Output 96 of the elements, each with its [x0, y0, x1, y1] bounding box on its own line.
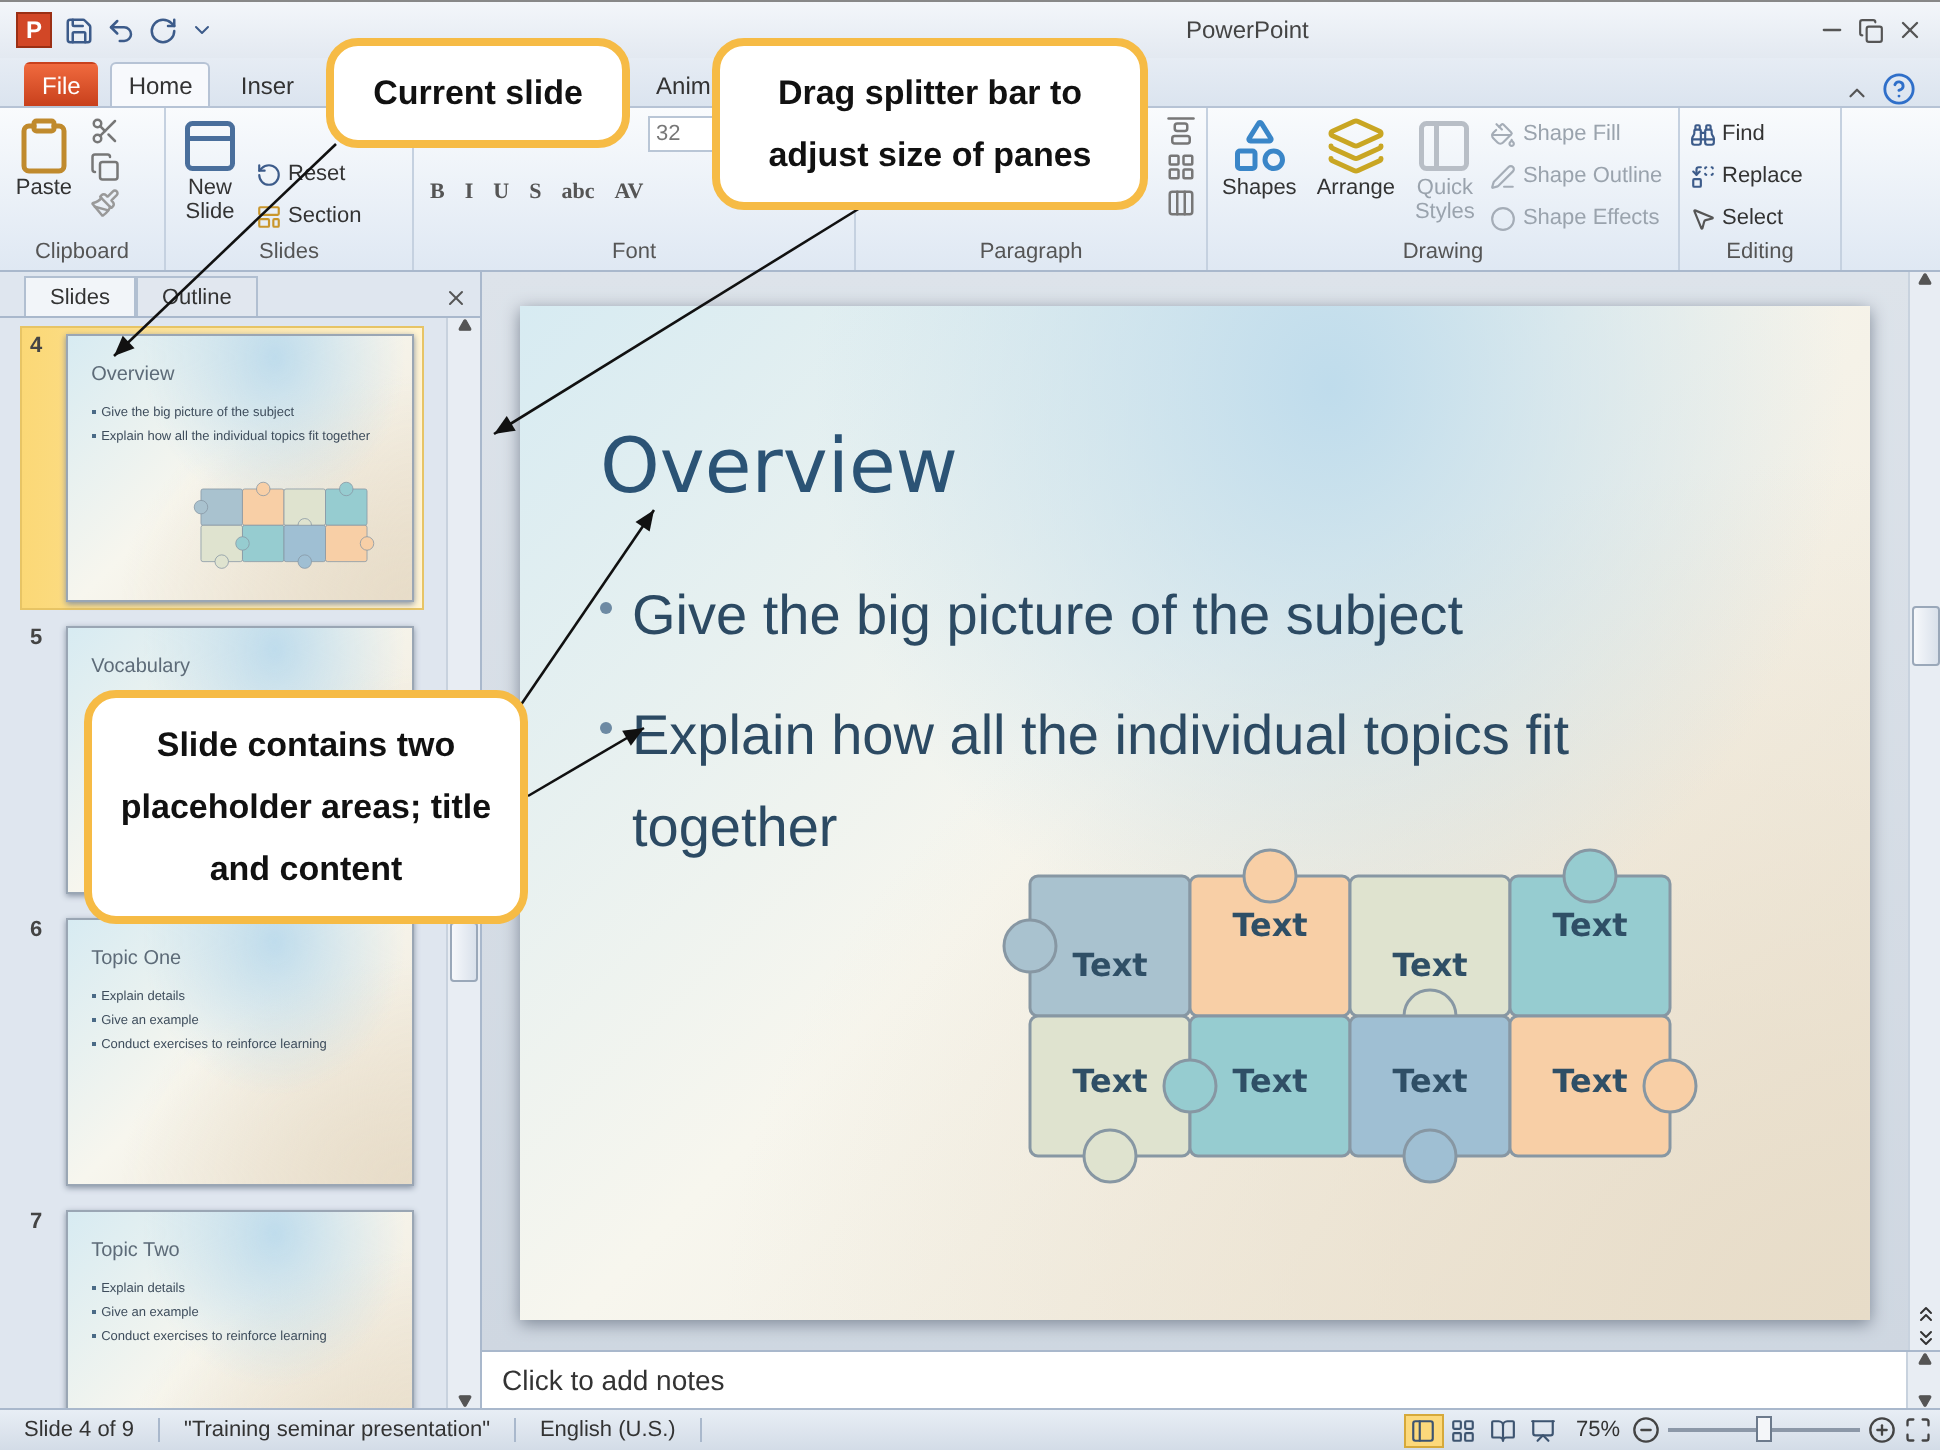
window-title: PowerPoint [1184, 16, 1311, 44]
zoom-out-icon[interactable] [1632, 1416, 1660, 1444]
group-label: Paragraph [977, 240, 1085, 268]
thumbnail-title: Topic One [91, 948, 184, 970]
slide-number: 7 [30, 1210, 45, 1238]
slide-title: Overview [600, 422, 960, 510]
zoom-percent: 75% [1575, 1418, 1620, 1442]
app-logo: P [16, 12, 52, 48]
status-text: "Training seminar presentation" [160, 1418, 516, 1442]
piece-label: Text [1232, 906, 1308, 944]
restore-icon[interactable] [1858, 17, 1884, 43]
pen-icon [1490, 163, 1517, 189]
format-button[interactable]: I [458, 180, 480, 204]
slide-bullet: Give the big picture of the subject [632, 582, 1464, 650]
select-button[interactable]: Select [1690, 200, 1803, 236]
file-tab[interactable]: File [24, 62, 99, 106]
scroll-down-icon[interactable] [457, 1394, 471, 1408]
piece-label: Text [1552, 906, 1628, 944]
shapes-button[interactable]: Shapes [1218, 116, 1301, 200]
reset-icon [256, 161, 282, 187]
scroll-thumb[interactable] [450, 922, 478, 982]
group-label: Drawing [1400, 240, 1486, 268]
slide-number: 4 [30, 334, 45, 362]
piece-label: Text [1552, 1062, 1628, 1100]
group-label: Editing [1724, 240, 1796, 268]
binoculars-icon [1690, 121, 1716, 147]
grid-icon [1450, 1417, 1477, 1443]
fit-window-icon[interactable] [1904, 1416, 1932, 1444]
shapes-icon [1229, 116, 1290, 176]
arrange-button[interactable]: Arrange [1312, 116, 1399, 200]
slide-bullet: Explain how all the individual topics fit together [632, 702, 1571, 862]
copy-icon[interactable] [90, 152, 120, 182]
layers-icon [1325, 116, 1386, 176]
group-label: Font [609, 240, 658, 268]
zoom-in-icon[interactable] [1868, 1416, 1896, 1444]
zoom-slider-thumb[interactable] [1756, 1416, 1772, 1442]
bullet-icon [600, 602, 612, 614]
replace-icon [1690, 163, 1716, 189]
paint-bucket-icon [1490, 121, 1517, 147]
thumbnail-title: Vocabulary [91, 656, 193, 678]
paste-button[interactable]: Paste [10, 116, 78, 200]
align-text-icon[interactable] [1166, 152, 1196, 182]
new-slide-button[interactable]: New Slide [176, 116, 244, 224]
scroll-up-icon[interactable] [457, 318, 471, 332]
callout-tooltip: Slide contains two placeholder areas; title and content [84, 690, 528, 924]
normal-view-icon [1410, 1417, 1437, 1443]
slideshow-icon [1530, 1417, 1557, 1443]
piece-label: Text [1392, 946, 1468, 984]
book-icon [1490, 1417, 1517, 1443]
thumbnail-title: Topic Two [91, 1240, 182, 1262]
section-button[interactable]: Section [256, 198, 362, 234]
group-label: Slides [257, 240, 321, 268]
text-direction-icon[interactable] [1166, 116, 1196, 146]
slide-icon [180, 116, 240, 176]
bullet-icon [600, 722, 612, 734]
piece-label: Text [1232, 1062, 1308, 1100]
callout-tooltip: Drag splitter bar to adjust size of panes [712, 38, 1148, 210]
section-icon [256, 203, 282, 229]
piece-label: Text [1072, 1062, 1148, 1100]
close-icon[interactable] [444, 286, 468, 310]
callout-tooltip: Current slide [326, 38, 630, 148]
replace-button[interactable]: Replace [1690, 158, 1803, 194]
undo-icon[interactable] [106, 15, 136, 45]
slide-number: 5 [30, 626, 45, 654]
scroll-down-icon[interactable] [1917, 1394, 1931, 1408]
format-button[interactable]: S [523, 180, 548, 204]
ribbon-tab[interactable]: Inser [222, 62, 297, 106]
font-size-field[interactable]: 32 [648, 116, 718, 152]
close-icon[interactable] [1896, 16, 1924, 44]
cut-icon[interactable] [90, 116, 120, 146]
format-button[interactable]: AV [608, 180, 650, 204]
slide-number: 6 [30, 918, 45, 946]
piece-label: Text [1072, 946, 1148, 984]
pointer-icon [1690, 205, 1716, 231]
format-button[interactable]: B [424, 180, 451, 204]
scroll-up-icon[interactable] [1917, 1352, 1931, 1366]
format-button[interactable]: U [487, 180, 516, 204]
scroll-up-icon[interactable] [1918, 272, 1932, 286]
piece-label: Text [1392, 1062, 1468, 1100]
status-text: Slide 4 of 9 [0, 1418, 161, 1442]
redo-icon[interactable] [148, 15, 178, 45]
ribbon-tab[interactable]: Home [110, 62, 211, 106]
save-icon[interactable] [64, 15, 94, 45]
help-icon[interactable] [1882, 72, 1916, 106]
ribbon-tab[interactable]: Anim [638, 62, 713, 106]
format-button[interactable]: abc [555, 180, 601, 204]
circle-icon [1490, 205, 1517, 231]
pane-tab[interactable]: Slides [24, 276, 136, 316]
thumbnail-title: Overview [91, 364, 177, 386]
group-label: Clipboard [32, 240, 132, 268]
panel-icon [1414, 116, 1475, 176]
smartart-icon[interactable] [1166, 188, 1196, 218]
status-text: English (U.S.) [515, 1418, 702, 1442]
scroll-thumb[interactable] [1911, 606, 1939, 666]
view-button[interactable] [1403, 1413, 1444, 1447]
find-button[interactable]: Find [1690, 116, 1803, 152]
